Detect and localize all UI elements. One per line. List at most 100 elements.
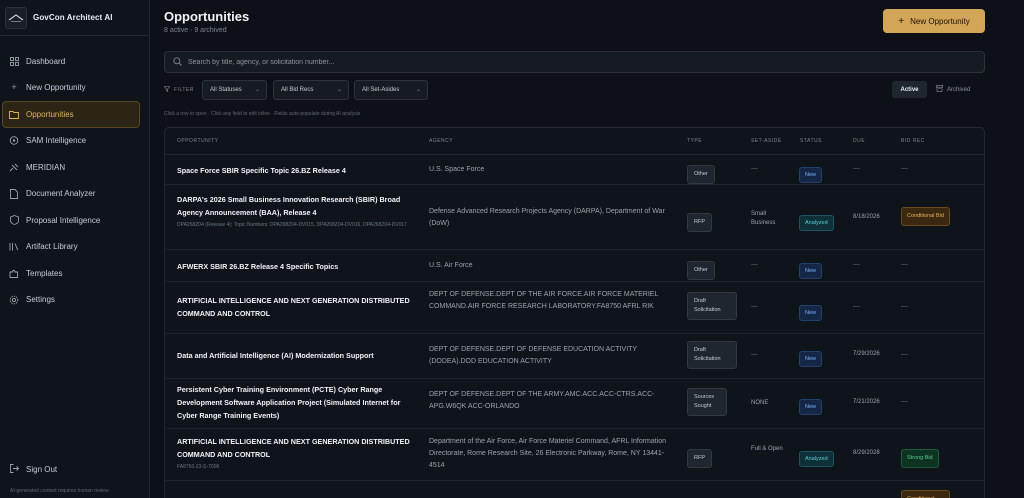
due-date[interactable]: 8/18/2026: [853, 214, 880, 220]
bid-rec-badge[interactable]: Strong Bid: [901, 449, 939, 468]
filter-icon: [163, 86, 171, 94]
page-subtitle: 8 active · 9 archived: [164, 27, 227, 34]
table-row[interactable]: DARPA's 2026 Small Business Innovation R…: [165, 185, 984, 250]
sidebar-item-artifact-library[interactable]: Artifact Library: [0, 234, 140, 261]
bid-rec-value[interactable]: —: [901, 303, 908, 310]
col-due[interactable]: DUE: [853, 138, 865, 144]
bid-rec-badge[interactable]: Conditional: [901, 490, 950, 498]
active-toggle[interactable]: Active: [892, 81, 927, 98]
bid-rec-badge[interactable]: Conditional Bid: [901, 207, 950, 226]
opportunity-title[interactable]: Data and Artificial Intelligence (AI) Mo…: [177, 349, 417, 362]
agency-name[interactable]: Defense Advanced Research Projects Agenc…: [429, 206, 669, 230]
set-aside-value[interactable]: Small Business: [751, 210, 791, 228]
sidebar-item-label: Document Analyzer: [26, 189, 96, 199]
sidebar-item-new-opportunity[interactable]: + New Opportunity: [0, 75, 140, 102]
opportunity-title[interactable]: Space Force SBIR Specific Topic 26.BZ Re…: [177, 164, 417, 177]
set-aside-filter-value: All Set-Asides: [362, 87, 400, 93]
shield-icon: [9, 215, 19, 226]
opportunity-title[interactable]: ARTIFICIAL INTELLIGENCE AND NEXT GENERAT…: [177, 435, 417, 461]
col-opportunity[interactable]: OPPORTUNITY: [177, 138, 219, 144]
sidebar-item-sam-intelligence[interactable]: SAM Intelligence: [0, 128, 140, 155]
type-badge[interactable]: Other: [687, 165, 715, 184]
table-row[interactable]: Data and Artificial Intelligence (AI) Mo…: [165, 334, 984, 379]
status-badge[interactable]: New: [799, 263, 823, 279]
type-badge[interactable]: RFP: [687, 449, 712, 468]
opportunity-title[interactable]: DARPA's 2026 Small Business Innovation R…: [177, 193, 417, 219]
sign-out-button[interactable]: Sign Out: [10, 464, 57, 475]
sidebar-item-proposal-intelligence[interactable]: Proposal Intelligence: [0, 207, 140, 234]
bid-rec-value[interactable]: —: [901, 398, 908, 405]
type-badge[interactable]: Draft Solicitation: [687, 341, 737, 369]
search-input[interactable]: [188, 58, 888, 66]
sidebar-item-templates[interactable]: Templates: [0, 260, 140, 287]
opportunity-title[interactable]: Persistent Cyber Training Environment (P…: [177, 383, 417, 422]
satellite-icon: [9, 162, 19, 172]
sidebar-item-settings[interactable]: Settings: [0, 287, 140, 314]
due-date[interactable]: 7/29/2026: [853, 351, 880, 357]
set-aside-value[interactable]: —: [751, 351, 758, 358]
col-type[interactable]: TYPE: [687, 138, 702, 144]
opportunity-title[interactable]: ARTIFICIAL INTELLIGENCE AND NEXT GENERAT…: [177, 294, 417, 320]
bid-rec-value[interactable]: —: [901, 261, 908, 268]
table-row[interactable]: AFWERX SBIR 26.BZ Release 4 Specific Top…: [165, 250, 984, 282]
sidebar-item-meridian[interactable]: MERIDIAN: [0, 154, 140, 181]
sidebar-item-document-analyzer[interactable]: Document Analyzer: [0, 181, 140, 208]
grid-icon: [9, 56, 19, 66]
status-badge[interactable]: Analyzed: [799, 451, 834, 467]
table-row[interactable]: ARTIFICIAL INTELLIGENCE AND NEXT GENERAT…: [165, 282, 984, 334]
new-opportunity-label: New Opportunity: [910, 16, 970, 26]
status-badge[interactable]: New: [799, 305, 823, 321]
type-badge[interactable]: Sources Sought: [687, 388, 727, 416]
agency-name[interactable]: U.S. Air Force: [429, 260, 669, 272]
bid-rec-value[interactable]: —: [901, 165, 908, 172]
due-date[interactable]: —: [853, 165, 860, 172]
status-badge[interactable]: New: [799, 399, 823, 415]
sidebar-item-dashboard[interactable]: Dashboard: [0, 48, 140, 75]
set-aside-filter-select[interactable]: All Set-Asides ⌄: [354, 80, 428, 100]
table-row[interactable]: Conditional: [165, 481, 984, 498]
due-date[interactable]: 7/21/2026: [853, 399, 880, 405]
set-aside-value[interactable]: Full & Open: [751, 445, 791, 454]
table-row[interactable]: ARTIFICIAL INTELLIGENCE AND NEXT GENERAT…: [165, 429, 984, 481]
agency-name[interactable]: Department of the Air Force, Air Force M…: [429, 436, 669, 472]
new-opportunity-button[interactable]: + New Opportunity: [883, 9, 985, 33]
type-badge[interactable]: RFP: [687, 213, 712, 232]
col-agency[interactable]: AGENCY: [429, 138, 453, 144]
agency-name[interactable]: DEPT OF DEFENSE.DEPT OF THE AIR FORCE.AI…: [429, 289, 669, 313]
status-filter-value: All Statuses: [210, 87, 242, 93]
due-date[interactable]: —: [853, 303, 860, 310]
col-set-aside[interactable]: SET-ASIDE: [751, 138, 782, 144]
set-aside-value[interactable]: NONE: [751, 399, 768, 408]
due-date[interactable]: —: [853, 261, 860, 268]
status-badge[interactable]: New: [799, 167, 823, 183]
status-filter-select[interactable]: All Statuses ⌄: [202, 80, 267, 100]
bid-rec-value[interactable]: —: [901, 351, 908, 358]
sidebar-item-label: Artifact Library: [26, 242, 78, 252]
table-row[interactable]: Persistent Cyber Training Environment (P…: [165, 379, 984, 429]
type-badge[interactable]: Other: [687, 261, 715, 280]
sidebar-nav: Dashboard + New Opportunity Opportunitie…: [0, 36, 149, 313]
due-date[interactable]: 8/29/2028: [853, 450, 880, 456]
document-icon: [9, 188, 19, 199]
set-aside-value[interactable]: —: [751, 165, 758, 172]
library-icon: [9, 242, 19, 252]
brand[interactable]: GovCon Architect AI: [0, 0, 149, 36]
col-status[interactable]: STATUS: [800, 138, 822, 144]
agency-name[interactable]: DEPT OF DEFENSE.DEPT OF DEFENSE EDUCATIO…: [429, 344, 669, 368]
sidebar-item-label: SAM Intelligence: [26, 136, 87, 146]
table-hint: Click a row to open · Click any field to…: [164, 111, 361, 117]
agency-name[interactable]: DEPT OF DEFENSE.DEPT OF THE ARMY.AMC.ACC…: [429, 389, 669, 413]
set-aside-value[interactable]: —: [751, 303, 758, 310]
sidebar-item-opportunities[interactable]: Opportunities: [2, 101, 140, 128]
status-badge[interactable]: New: [799, 351, 823, 367]
app-title: GovCon Architect AI: [33, 13, 113, 22]
status-badge[interactable]: Analyzed: [799, 215, 834, 231]
bid-rec-filter-select[interactable]: All Bid Recs ⌄: [273, 80, 349, 100]
archived-toggle[interactable]: Archived: [936, 81, 970, 98]
type-badge[interactable]: Draft Solicitation: [687, 292, 737, 320]
col-bid-rec[interactable]: BID REC: [901, 138, 925, 144]
opportunity-title[interactable]: AFWERX SBIR 26.BZ Release 4 Specific Top…: [177, 260, 417, 273]
set-aside-value[interactable]: —: [751, 261, 758, 268]
agency-name[interactable]: U.S. Space Force: [429, 164, 669, 176]
table-row[interactable]: Space Force SBIR Specific Topic 26.BZ Re…: [165, 155, 984, 185]
